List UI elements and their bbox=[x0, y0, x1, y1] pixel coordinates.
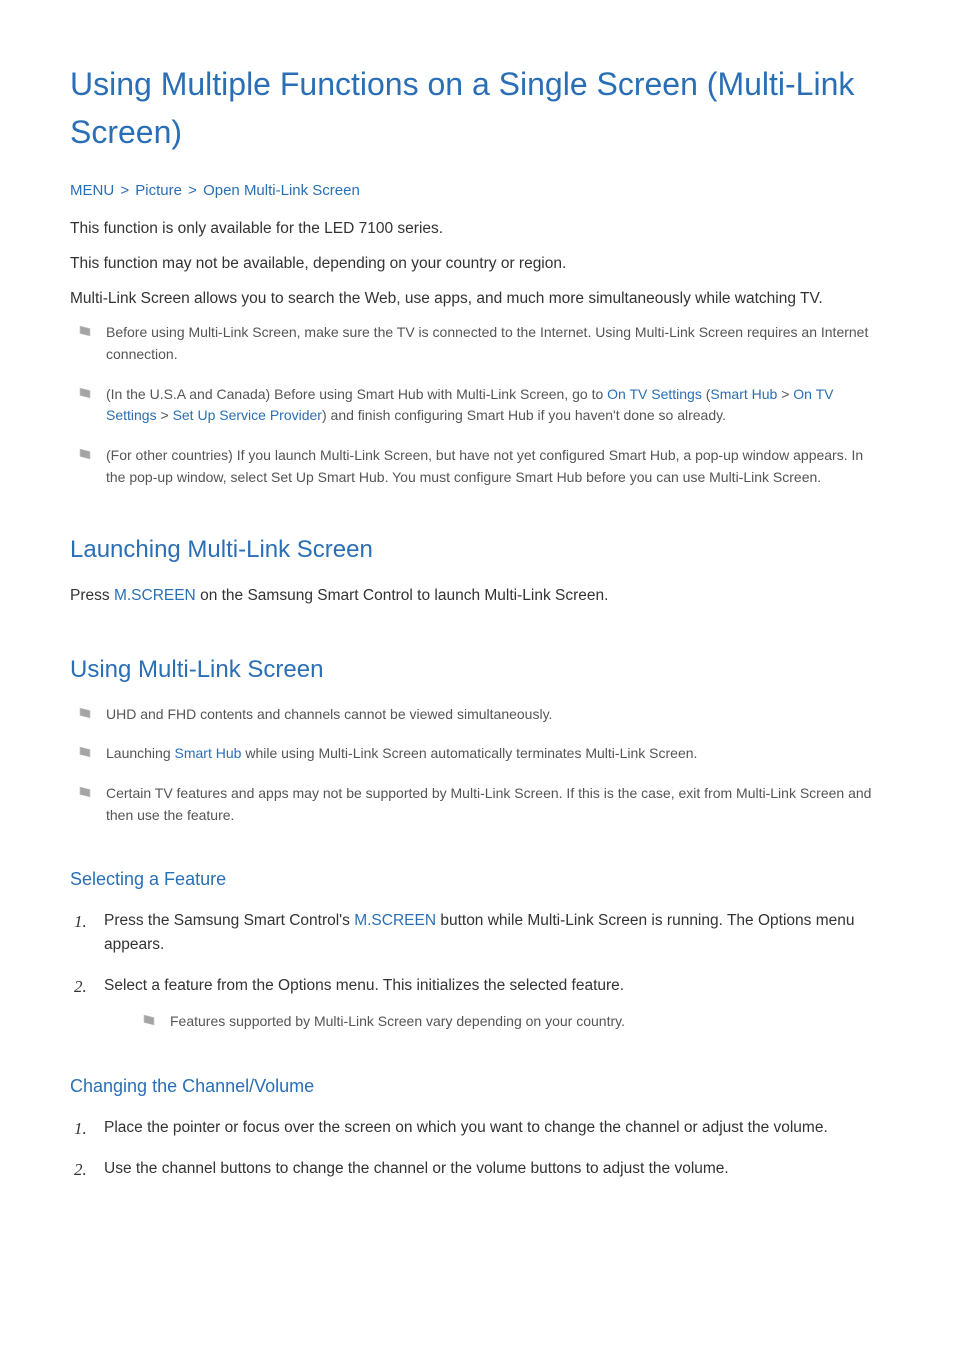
note-icon bbox=[142, 1013, 156, 1027]
launching-paragraph: Press M.SCREEN on the Samsung Smart Cont… bbox=[70, 584, 884, 607]
keyword: Set Up Service Provider bbox=[173, 407, 322, 423]
changing-steps-list: Place the pointer or focus over the scre… bbox=[70, 1116, 884, 1181]
note-item: Features supported by Multi-Link Screen … bbox=[138, 1011, 884, 1033]
note-icon bbox=[78, 785, 92, 799]
note-icon bbox=[78, 386, 92, 400]
intro-paragraph: This function is only available for the … bbox=[70, 217, 884, 240]
note-text: (For other countries) If you launch Mult… bbox=[106, 447, 863, 485]
section-heading-launching: Launching Multi-Link Screen bbox=[70, 532, 884, 568]
section-heading-using: Using Multi-Link Screen bbox=[70, 652, 884, 688]
selecting-steps-list: Press the Samsung Smart Control's M.SCRE… bbox=[70, 909, 884, 1032]
step-item: Press the Samsung Smart Control's M.SCRE… bbox=[70, 909, 884, 956]
note-icon bbox=[78, 447, 92, 461]
page-title: Using Multiple Functions on a Single Scr… bbox=[70, 60, 884, 156]
note-text: Launching Smart Hub while using Multi-Li… bbox=[106, 745, 697, 761]
intro-paragraph: Multi-Link Screen allows you to search t… bbox=[70, 287, 884, 310]
subsection-heading-changing: Changing the Channel/Volume bbox=[70, 1073, 884, 1100]
using-notes-list: UHD and FHD contents and channels cannot… bbox=[70, 704, 884, 827]
note-item: UHD and FHD contents and channels cannot… bbox=[70, 704, 884, 726]
step-item: Use the channel buttons to change the ch… bbox=[70, 1157, 884, 1180]
note-item: Certain TV features and apps may not be … bbox=[70, 783, 884, 826]
note-item: (In the U.S.A and Canada) Before using S… bbox=[70, 384, 884, 427]
intro-paragraph: This function may not be available, depe… bbox=[70, 252, 884, 275]
chevron-right-icon: > bbox=[188, 182, 197, 199]
note-text: Certain TV features and apps may not be … bbox=[106, 785, 871, 823]
step-item: Select a feature from the Options menu. … bbox=[70, 974, 884, 1033]
keyword: M.SCREEN bbox=[354, 912, 436, 929]
keyword: M.SCREEN bbox=[114, 587, 196, 604]
intro-notes-list: Before using Multi-Link Screen, make sur… bbox=[70, 322, 884, 488]
selecting-sub-notes: Features supported by Multi-Link Screen … bbox=[138, 1011, 884, 1033]
subsection-heading-selecting: Selecting a Feature bbox=[70, 866, 884, 893]
note-icon bbox=[78, 324, 92, 338]
breadcrumb-item: Open Multi-Link Screen bbox=[203, 182, 360, 199]
chevron-right-icon: > bbox=[120, 182, 129, 199]
note-item: Launching Smart Hub while using Multi-Li… bbox=[70, 743, 884, 765]
keyword: Smart Hub bbox=[175, 745, 242, 761]
keyword: On TV Settings bbox=[607, 386, 702, 402]
note-item: (For other countries) If you launch Mult… bbox=[70, 445, 884, 488]
note-text: Before using Multi-Link Screen, make sur… bbox=[106, 324, 868, 362]
breadcrumb-item: MENU bbox=[70, 182, 114, 199]
breadcrumb-item: Picture bbox=[135, 182, 182, 199]
step-item: Place the pointer or focus over the scre… bbox=[70, 1116, 884, 1139]
keyword: Smart Hub bbox=[710, 386, 777, 402]
note-icon bbox=[78, 706, 92, 720]
note-text: (In the U.S.A and Canada) Before using S… bbox=[106, 386, 834, 424]
note-icon bbox=[78, 745, 92, 759]
note-text: Features supported by Multi-Link Screen … bbox=[170, 1013, 625, 1029]
breadcrumb: MENU > Picture > Open Multi-Link Screen bbox=[70, 180, 884, 203]
note-item: Before using Multi-Link Screen, make sur… bbox=[70, 322, 884, 365]
note-text: UHD and FHD contents and channels cannot… bbox=[106, 706, 552, 722]
